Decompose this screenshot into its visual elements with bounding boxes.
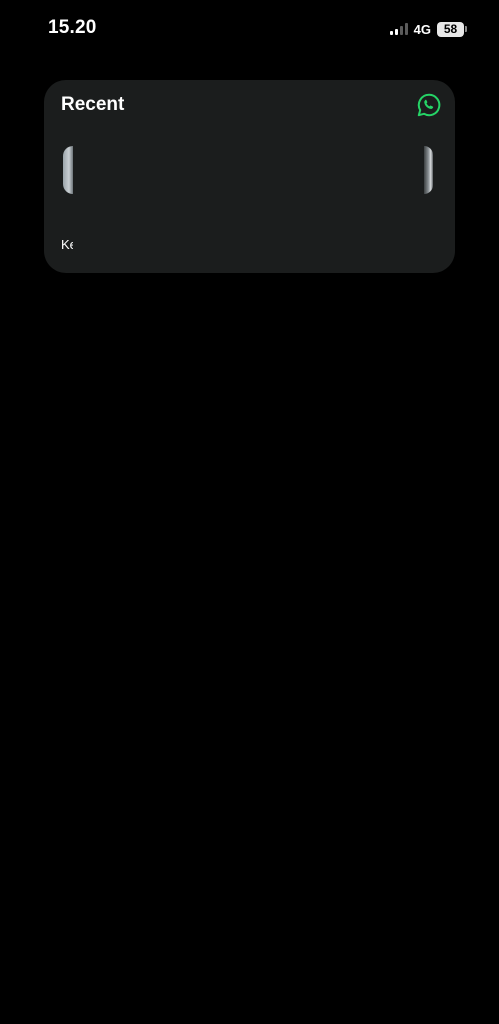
widget-title: Recent: [61, 94, 125, 115]
network-type: 4G: [413, 21, 431, 37]
whatsapp-recent-widget[interactable]: Recent Ke: [44, 80, 455, 273]
whatsapp-icon: [417, 93, 441, 117]
contact-avatar[interactable]: [63, 146, 73, 194]
contact-name: Ke: [61, 237, 73, 252]
status-bar: 15.20 4G 58: [0, 0, 499, 56]
battery-level: 58: [443, 22, 458, 36]
cellular-signal-icon: [389, 23, 408, 35]
clock-time: 15.20: [48, 17, 97, 38]
status-indicators: 4G 58: [389, 20, 467, 38]
contact-avatar[interactable]: [424, 146, 433, 194]
home-screen: 15.20 4G 58 Recent Ke: [0, 0, 499, 1024]
battery-icon: 58: [437, 21, 467, 37]
